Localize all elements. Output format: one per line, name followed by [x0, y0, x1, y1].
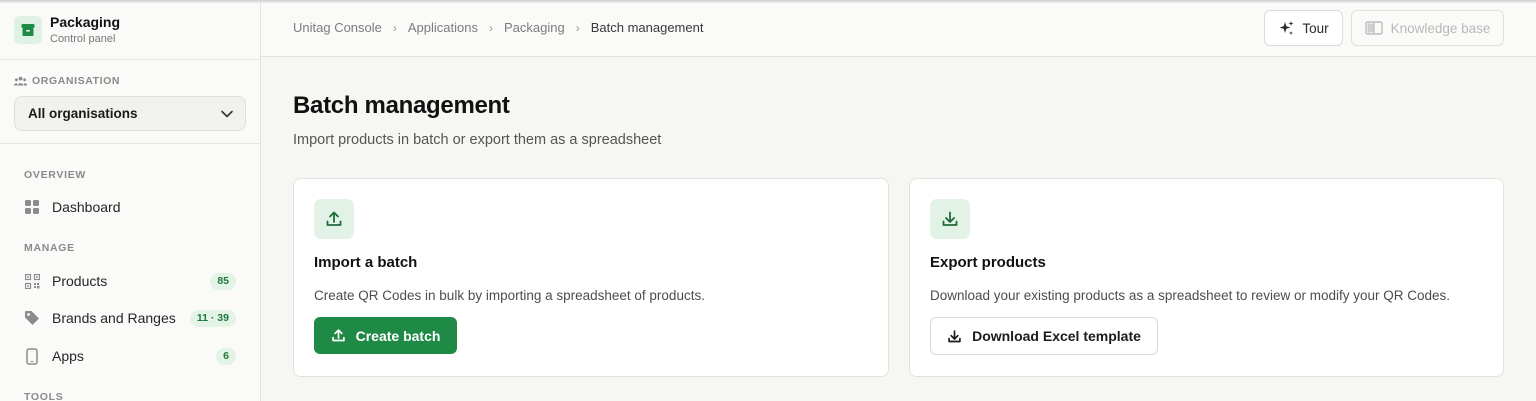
count-badge: 6	[216, 347, 236, 365]
sparkles-icon	[1279, 20, 1294, 35]
chevron-right-icon: ›	[489, 20, 493, 35]
section-manage-label: MANAGE	[24, 242, 75, 254]
sidebar: Packaging Control panel ORGANISATION All…	[0, 0, 261, 401]
sidebar-item-brands-and-ranges[interactable]: Brands and Ranges 11 · 39	[14, 303, 246, 333]
chevron-right-icon: ›	[392, 20, 397, 35]
sidebar-item-apps[interactable]: Apps 6	[14, 341, 246, 371]
sidebar-item-products[interactable]: Products 85	[14, 266, 246, 296]
chevron-right-icon: ›	[575, 20, 580, 35]
breadcrumb: Unitag Console › Applications › Packagin…	[293, 20, 703, 35]
upload-icon	[331, 329, 345, 342]
breadcrumb-item-applications[interactable]: Applications	[408, 20, 478, 35]
import-card-description: Create QR Codes in bulk by importing a s…	[314, 288, 705, 303]
knowledge-base-button[interactable]: Knowledge base	[1351, 10, 1504, 46]
tour-label: Tour	[1302, 20, 1329, 36]
book-icon	[1364, 21, 1383, 35]
import-batch-card: Import a batch Create QR Codes in bulk b…	[293, 178, 889, 377]
sidebar-item-dashboard[interactable]: Dashboard	[14, 192, 246, 222]
import-card-title: Import a batch	[314, 254, 418, 271]
page-subtitle: Import products in batch or export them …	[293, 132, 662, 148]
export-card-description: Download your existing products as a spr…	[930, 288, 1451, 303]
create-batch-label: Create batch	[355, 327, 441, 344]
breadcrumb-item-current: Batch management	[590, 20, 704, 35]
app-title: Packaging	[50, 14, 121, 30]
organisation-select[interactable]: All organisations	[14, 96, 246, 131]
people-icon	[14, 76, 27, 86]
export-products-card: Export products Download your existing p…	[909, 178, 1504, 377]
tour-button[interactable]: Tour	[1264, 10, 1343, 46]
app-brand[interactable]: Packaging Control panel	[14, 14, 120, 46]
qr-code-icon	[24, 273, 40, 289]
download-icon	[930, 199, 970, 239]
download-icon	[948, 329, 961, 342]
export-card-title: Export products	[930, 254, 1046, 271]
grid-icon	[24, 199, 40, 215]
page-title: Batch management	[293, 92, 510, 119]
tag-icon	[24, 310, 40, 326]
create-batch-button[interactable]: Create batch	[314, 317, 457, 354]
sidebar-item-label: Brands and Ranges	[52, 310, 176, 326]
sidebar-item-label: Products	[52, 273, 108, 289]
section-tools-label: TOOLS	[24, 391, 64, 401]
top-bar: Unitag Console › Applications › Packagin…	[261, 0, 1536, 57]
upload-icon	[314, 199, 354, 239]
divider	[0, 59, 260, 60]
section-overview-label: OVERVIEW	[24, 169, 87, 181]
breadcrumb-item-console[interactable]: Unitag Console	[293, 20, 382, 35]
chevron-down-icon	[221, 110, 233, 117]
app-subtitle: Control panel	[50, 33, 116, 45]
sidebar-item-label: Dashboard	[52, 199, 121, 215]
organisation-label: ORGANISATION	[14, 75, 120, 87]
top-edge	[0, 0, 1536, 3]
package-icon	[14, 16, 42, 44]
count-badge: 85	[210, 272, 236, 290]
divider	[0, 143, 260, 144]
download-excel-template-button[interactable]: Download Excel template	[930, 317, 1158, 355]
download-excel-template-label: Download Excel template	[972, 328, 1141, 344]
organisation-selected-value: All organisations	[28, 106, 138, 121]
count-badge: 11 · 39	[189, 309, 236, 327]
knowledge-base-label: Knowledge base	[1390, 20, 1491, 36]
breadcrumb-item-packaging[interactable]: Packaging	[504, 20, 565, 35]
smartphone-icon	[24, 347, 40, 365]
sidebar-item-label: Apps	[52, 348, 84, 364]
